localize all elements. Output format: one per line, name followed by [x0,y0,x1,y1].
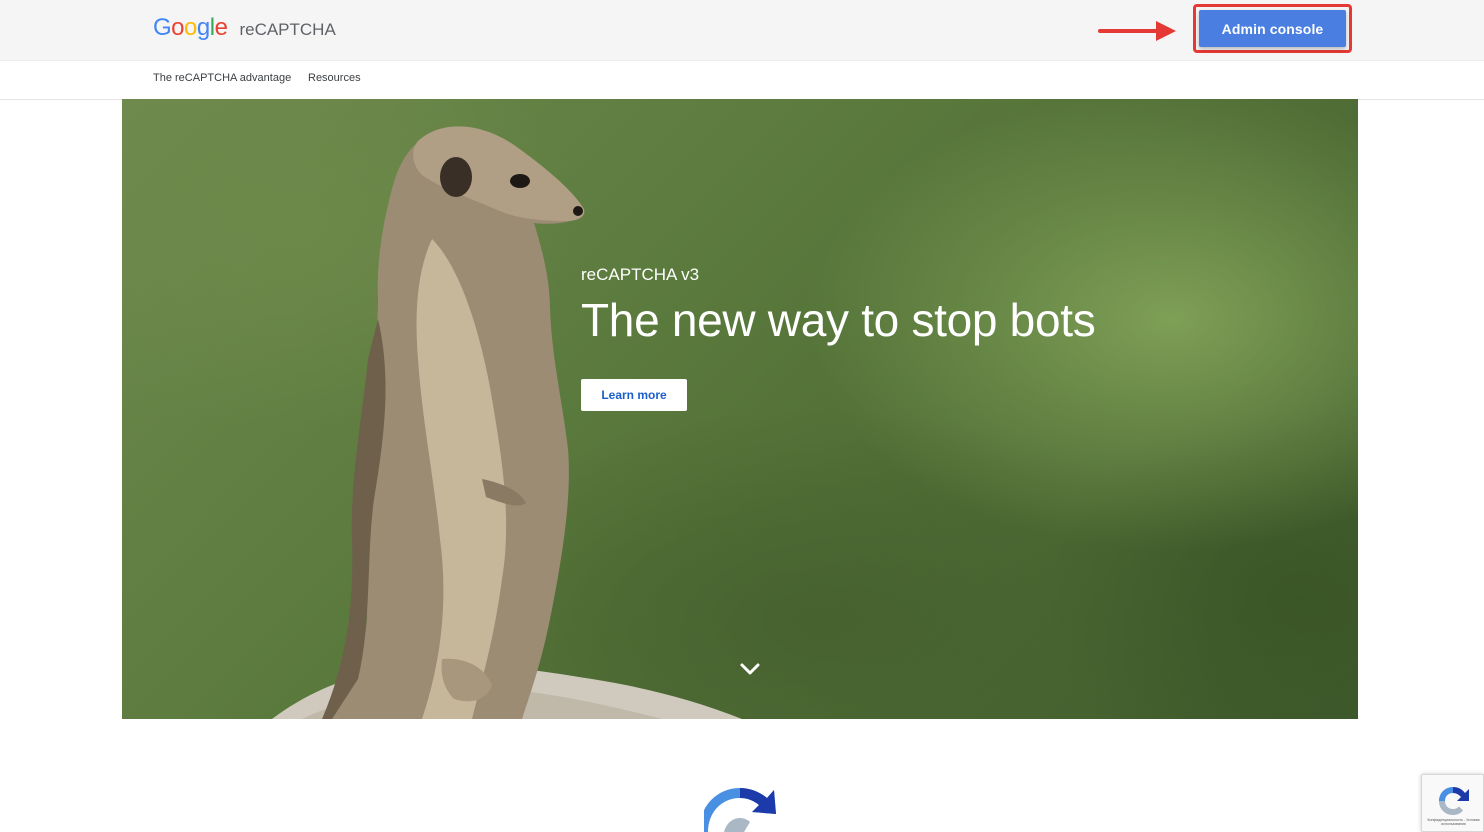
annotation-arrow-icon [1098,21,1176,41]
recaptcha-logo-icon [1439,787,1469,815]
sub-navigation: The reCAPTCHA advantage Resources [0,61,1484,100]
product-name: reCAPTCHA [239,20,336,39]
logo-letter: e [214,14,228,41]
top-bar: Google reCAPTCHA Admin console [0,0,1484,61]
nav-link-recaptcha-advantage[interactable]: The reCAPTCHA advantage [153,72,291,84]
hero-eyebrow: reCAPTCHA v3 [581,265,700,284]
recaptcha-badge[interactable]: Конфиденциальность - Условия использован… [1421,774,1484,832]
logo-letter: o [184,14,197,41]
chevron-down-icon[interactable] [739,662,761,676]
brand[interactable]: Google reCAPTCHA [153,14,336,42]
hero-text: reCAPTCHA v3 The new way to stop bots Le… [581,265,1096,411]
logo-letter: o [171,14,185,41]
google-logo: Google [153,14,228,42]
logo-letter: g [196,14,210,41]
logo-letter: G [153,14,172,41]
hero-headline: The new way to stop bots [581,294,1096,346]
admin-console-highlight: Admin console [1193,4,1352,53]
meerkat-photo [272,126,742,719]
nav-link-resources[interactable]: Resources [308,72,361,84]
recaptcha-logo-icon [704,788,776,832]
hero-banner: reCAPTCHA v3 The new way to stop bots Le… [122,99,1358,719]
learn-more-button[interactable]: Learn more [581,379,687,411]
badge-privacy-terms[interactable]: Конфиденциальность - Условия использован… [1425,818,1482,826]
admin-console-button[interactable]: Admin console [1199,10,1346,47]
